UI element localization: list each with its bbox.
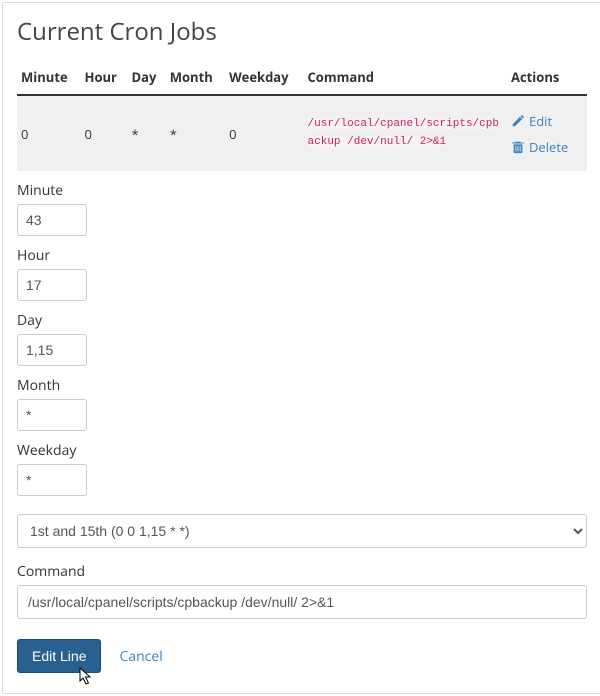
month-group: Month — [17, 376, 587, 431]
trash-icon — [511, 140, 525, 154]
delete-action[interactable]: Delete — [511, 134, 583, 160]
edit-line-button[interactable]: Edit Line — [17, 639, 101, 673]
cron-table: Minute Hour Day Month Weekday Command Ac… — [17, 62, 587, 171]
col-weekday: Weekday — [225, 62, 303, 95]
page-title: Current Cron Jobs — [17, 15, 587, 48]
preset-group: 1st and 15th (0 0 1,15 * *) — [17, 514, 587, 548]
weekday-group: Weekday — [17, 441, 587, 496]
col-hour: Hour — [81, 62, 128, 95]
minute-input[interactable] — [17, 204, 87, 236]
minute-group: Minute — [17, 181, 587, 236]
command-label: Command — [17, 562, 587, 581]
hour-label: Hour — [17, 246, 587, 265]
cancel-button[interactable]: Cancel — [119, 647, 162, 666]
cell-command: /usr/local/cpanel/scripts/cpbackup /dev/… — [304, 95, 507, 171]
col-day: Day — [128, 62, 166, 95]
col-command: Command — [304, 62, 507, 95]
month-input[interactable] — [17, 399, 87, 431]
day-input[interactable] — [17, 334, 87, 366]
cell-hour: 0 — [81, 95, 128, 171]
cell-actions: Edit Delete — [507, 95, 587, 171]
cron-jobs-panel: Current Cron Jobs Minute Hour Day Month … — [2, 2, 600, 694]
pencil-icon — [511, 114, 525, 128]
preset-select[interactable]: 1st and 15th (0 0 1,15 * *) — [17, 514, 587, 548]
col-month: Month — [166, 62, 225, 95]
hour-input[interactable] — [17, 269, 87, 301]
edit-action[interactable]: Edit — [511, 108, 583, 134]
cell-minute: 0 — [17, 95, 81, 171]
cell-day: * — [128, 95, 166, 171]
month-label: Month — [17, 376, 587, 395]
col-minute: Minute — [17, 62, 81, 95]
cell-weekday: 0 — [225, 95, 303, 171]
delete-label: Delete — [529, 138, 568, 156]
day-label: Day — [17, 311, 587, 330]
weekday-input[interactable] — [17, 464, 87, 496]
weekday-label: Weekday — [17, 441, 587, 460]
day-group: Day — [17, 311, 587, 366]
button-row: Edit Line Cancel — [17, 639, 587, 673]
command-group: Command — [17, 562, 587, 619]
edit-label: Edit — [529, 112, 552, 130]
table-row: 0 0 * * 0 /usr/local/cpanel/scripts/cpba… — [17, 95, 587, 171]
table-header-row: Minute Hour Day Month Weekday Command Ac… — [17, 62, 587, 95]
command-input[interactable] — [17, 585, 587, 619]
hour-group: Hour — [17, 246, 587, 301]
col-actions: Actions — [507, 62, 587, 95]
minute-label: Minute — [17, 181, 587, 200]
cell-month: * — [166, 95, 225, 171]
